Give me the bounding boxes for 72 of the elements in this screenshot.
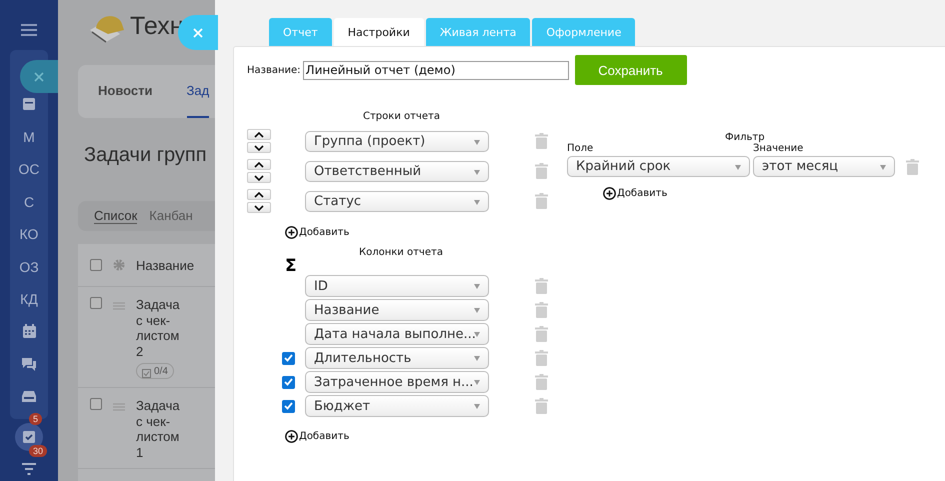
sidebar-item[interactable]: КО [20,218,38,250]
checkbox[interactable] [282,352,295,364]
nav-tab[interactable]: Новости [98,65,153,118]
sidebar-item[interactable]: М [23,120,35,153]
sidebar-item[interactable]: КД [20,283,38,316]
checkbox[interactable] [90,259,102,271]
chevron-up-icon [254,162,264,168]
section-title: Колонки отчета [359,247,444,258]
add-button[interactable]: Добавить [285,226,557,239]
move-down-button[interactable] [247,142,271,153]
column-dropdown[interactable]: Название [305,299,489,321]
task-title[interactable]: Задача с чек-листом 1 [136,398,188,460]
column-header[interactable]: Название [136,258,194,272]
checkbox[interactable] [282,376,295,388]
add-button[interactable]: Добавить [603,187,919,200]
move-up-button[interactable] [247,189,271,200]
menu-icon[interactable] [21,24,37,36]
move-up-button[interactable] [247,159,271,170]
sidebar-item[interactable]: ОС [18,153,40,186]
tray-icon[interactable] [21,390,37,404]
view-tab[interactable]: Список [94,208,138,224]
column-dropdown[interactable]: Затраченное время н... [305,371,489,393]
checkbox[interactable] [282,400,295,412]
column-dropdown[interactable]: Длительность [305,347,489,369]
move-down-button[interactable] [247,202,271,213]
collapse-button[interactable] [20,60,58,93]
field-dropdown[interactable]: Группа (проект) [305,130,489,152]
column-dropdown[interactable]: Бюджет [305,395,489,417]
checkbox-icon [22,430,36,444]
column-label: Значение [753,143,804,154]
section-title: Строки отчета [363,111,441,122]
plus-circle-icon [603,187,616,200]
checkbox[interactable] [90,398,102,410]
move-up-button[interactable] [247,129,271,140]
chevron-up-icon [254,132,264,138]
chevron-up-icon [254,192,264,198]
filter-value-dropdown[interactable]: этот месяц [753,156,895,177]
plus-circle-icon [285,430,298,443]
chat-icon[interactable] [21,356,37,372]
field-dropdown[interactable]: Статус [305,190,489,212]
close-icon [34,72,44,82]
field-label: Название: [247,64,301,76]
filter-field-dropdown[interactable]: Крайний срок [567,156,750,177]
column-label: Поле [567,143,594,154]
page-title: Задачи групп [84,144,208,167]
drag-handle-icon[interactable] [113,403,125,411]
column-dropdown[interactable]: Дата начала выполне... [305,323,489,345]
plus-circle-icon [285,226,298,239]
filter-icon [22,463,36,475]
field-dropdown[interactable]: Ответственный [305,160,489,182]
checklist-count: 0/4 [154,366,168,376]
column-dropdown[interactable]: ID [305,275,489,297]
tab[interactable]: Настройки [334,18,424,46]
calendar-icon[interactable] [22,324,36,340]
drag-handle-icon[interactable] [113,302,125,310]
window-icon[interactable] [22,97,36,112]
chevron-down-icon [254,204,264,210]
sum-symbol[interactable]: Σ [285,258,299,274]
close-icon [193,28,203,38]
checkbox-icon [142,369,151,378]
checkbox[interactable] [90,297,102,309]
task-title[interactable]: Задача с чек-листом 2 [136,297,188,359]
add-button[interactable]: Добавить [285,430,557,443]
chevron-down-icon [254,144,264,150]
nav-tab[interactable]: Зад [186,65,210,118]
chevron-down-icon [254,174,264,180]
section-title: Фильтр [725,132,766,143]
sidebar-item[interactable]: С [24,186,34,218]
count-badge: 30 [29,445,48,457]
name-field[interactable]: Линейный отчет (демо) [302,60,569,80]
sidebar-item[interactable]: ОЗ [19,250,39,283]
move-down-button[interactable] [247,172,271,183]
